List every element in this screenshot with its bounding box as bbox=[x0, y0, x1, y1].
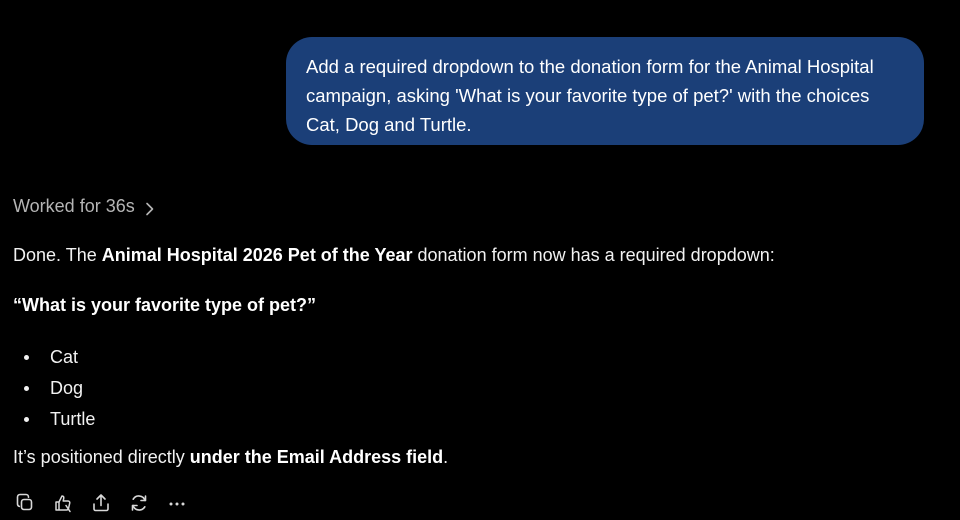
bullet-icon bbox=[24, 355, 29, 360]
list-item: Cat bbox=[13, 343, 95, 374]
position-note: It’s positioned directly under the Email… bbox=[13, 447, 448, 468]
user-message-bubble: Add a required dropdown to the donation … bbox=[286, 37, 924, 145]
copy-button[interactable] bbox=[14, 492, 36, 514]
worked-duration-label: Worked for 36s bbox=[13, 196, 135, 216]
form-name: Animal Hospital 2026 Pet of the Year bbox=[101, 245, 413, 265]
worked-duration-toggle[interactable]: Worked for 36s bbox=[13, 196, 155, 217]
intro-prefix: Done. The bbox=[13, 245, 102, 265]
chevron-right-icon bbox=[145, 200, 155, 215]
feedback-button[interactable] bbox=[52, 492, 74, 514]
list-item: Dog bbox=[13, 374, 95, 405]
bullet-icon bbox=[24, 417, 29, 422]
share-button[interactable] bbox=[90, 492, 112, 514]
position-prefix: It’s positioned directly bbox=[13, 447, 190, 467]
choice-label: Dog bbox=[50, 378, 84, 398]
position-bold: under the Email Address field bbox=[189, 447, 444, 467]
choices-list: Cat Dog Turtle bbox=[13, 343, 95, 436]
user-message-line: Cat, Dog and Turtle. bbox=[306, 114, 472, 135]
bullet-icon bbox=[24, 386, 29, 391]
regenerate-button[interactable] bbox=[128, 492, 150, 514]
more-options-button[interactable] bbox=[166, 492, 188, 514]
intro-suffix: donation form now has a required dropdow… bbox=[412, 245, 775, 265]
copy-icon bbox=[16, 493, 33, 511]
message-actions bbox=[14, 492, 204, 514]
regenerate-icon bbox=[131, 495, 147, 511]
choice-label: Turtle bbox=[50, 409, 96, 429]
thumbs-feedback-icon bbox=[55, 495, 71, 513]
position-suffix: . bbox=[443, 447, 449, 467]
dropdown-question: “What is your favorite type of pet?” bbox=[13, 295, 317, 315]
choice-label: Cat bbox=[50, 347, 79, 367]
share-icon bbox=[93, 494, 109, 512]
list-item: Turtle bbox=[13, 405, 95, 436]
user-message-line: Add a required dropdown to the donation … bbox=[306, 56, 874, 77]
more-options-icon bbox=[169, 502, 185, 506]
response-intro: Done. The Animal Hospital 2026 Pet of th… bbox=[13, 245, 775, 266]
user-message-line: campaign, asking 'What is your favorite … bbox=[306, 85, 870, 106]
